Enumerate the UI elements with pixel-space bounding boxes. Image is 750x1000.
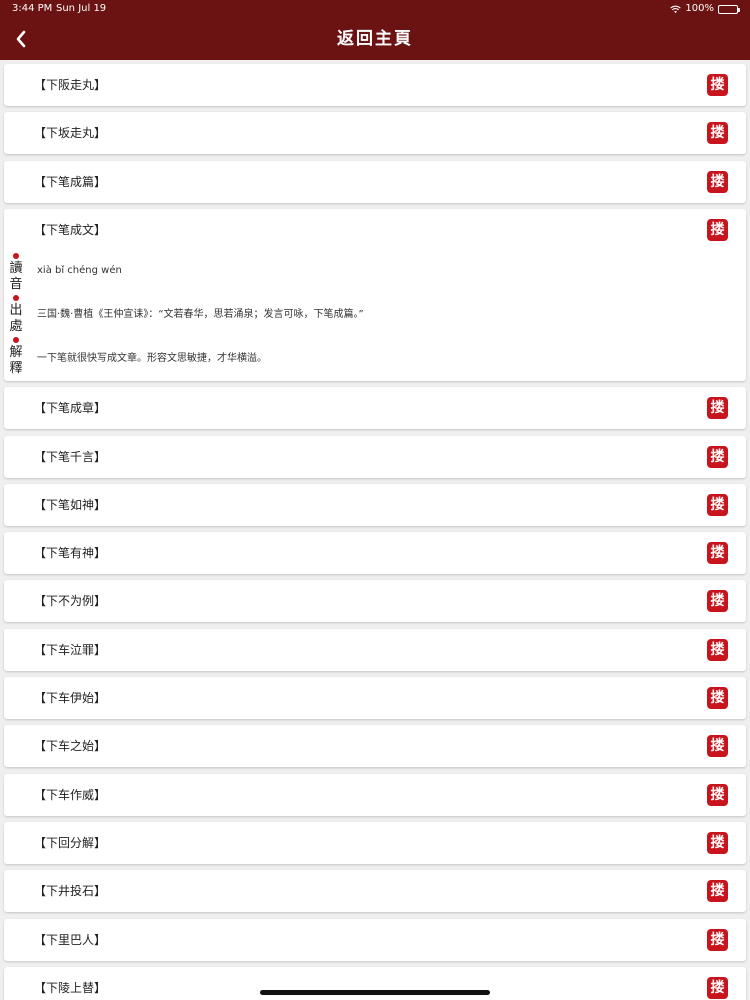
- seal-stamp-icon[interactable]: 搂: [707, 783, 728, 806]
- seal-stamp-icon[interactable]: 搂: [707, 928, 728, 951]
- status-time: 3:44 PM: [12, 3, 53, 14]
- seal-glyph: 搂: [710, 77, 725, 93]
- seal-stamp-icon[interactable]: 搂: [707, 735, 728, 758]
- list-item-title: 【下车之始】: [34, 739, 107, 754]
- seal-stamp-icon[interactable]: 搂: [707, 170, 728, 193]
- list-item[interactable]: 【下笔有神】 搂: [4, 532, 746, 575]
- battery-percent: 100%: [685, 3, 714, 14]
- list-item[interactable]: 【下车伊始】 搂: [4, 677, 746, 719]
- seal-stamp-icon[interactable]: 搂: [707, 880, 728, 903]
- seal-stamp-icon[interactable]: 搂: [707, 831, 728, 854]
- seal-glyph: 搂: [710, 979, 725, 996]
- list-item[interactable]: 【下笔千言】 搂: [4, 435, 746, 478]
- red-dot-icon: [13, 294, 19, 301]
- seal-glyph: 搂: [710, 173, 725, 190]
- seal-stamp-icon[interactable]: 搂: [707, 542, 728, 565]
- seal-stamp-icon[interactable]: 搂: [707, 122, 728, 145]
- side-label-char: 處: [9, 318, 23, 334]
- list-item[interactable]: 【下车泣罪】 搂: [4, 628, 746, 671]
- seal-glyph: 搂: [710, 496, 725, 513]
- app-screen: 3:44 PM Sun Jul 19 100% 返回主頁 【下阪走丸】搂【下坂走…: [0, 0, 750, 1000]
- seal-glyph: 搂: [710, 883, 725, 900]
- list-item-title: 【下阪走丸】: [34, 78, 107, 92]
- side-label-char: 釋: [9, 360, 23, 376]
- list-item-title: 【下笔有神】: [34, 546, 107, 561]
- side-label-char: 出: [9, 302, 23, 318]
- status-date: Sun Jul 19: [56, 3, 107, 14]
- seal-stamp-icon[interactable]: 搂: [707, 218, 728, 241]
- list-item[interactable]: 【下回分解】 搂: [4, 821, 746, 864]
- seal-glyph: 搂: [710, 125, 725, 142]
- seal-glyph: 搂: [710, 738, 725, 755]
- list-item[interactable]: 【下陵上替】 搂: [4, 966, 746, 1000]
- list-item[interactable]: 【下笔成章】 搂: [4, 387, 746, 430]
- wifi-icon: [670, 5, 682, 13]
- list-item[interactable]: 【下不为例】 搂: [4, 580, 746, 623]
- list-item-title: 【下笔如神】: [34, 497, 107, 512]
- list-item[interactable]: 【下笔成篇】 搂: [4, 160, 746, 203]
- seal-stamp-icon[interactable]: 搂: [707, 493, 728, 516]
- list-item-title: 【下车作威】: [34, 787, 107, 802]
- list-item[interactable]: 【下车作威】 搂: [4, 773, 746, 816]
- list-item[interactable]: 【下车之始】 搂: [4, 725, 746, 768]
- list-item-title: 【下笔成章】: [34, 401, 107, 416]
- section-side-labels: 讀音出處解釋: [8, 251, 24, 377]
- list-item[interactable]: 【下坂走丸】 搂: [4, 112, 746, 155]
- seal-glyph: 搂: [710, 931, 725, 948]
- list-item-title: 【下不为例】: [34, 594, 107, 609]
- seal-stamp-icon[interactable]: 搂: [707, 397, 728, 420]
- red-dot-icon: [13, 252, 19, 259]
- seal-glyph: 搂: [710, 545, 725, 562]
- list-item-title: 【下车泣罪】: [34, 642, 107, 657]
- seal-stamp-icon[interactable]: 搂: [707, 74, 728, 96]
- list-item[interactable]: 【下笔如神】 搂: [4, 483, 746, 526]
- seal-glyph: 搂: [710, 400, 725, 417]
- side-label-char: 音: [9, 276, 23, 292]
- list-item-title: 【下车伊始】: [34, 691, 107, 705]
- seal-glyph: 搂: [710, 641, 725, 658]
- list-item[interactable]: 【下阪走丸】 搂: [4, 64, 746, 106]
- red-dot-icon: [13, 336, 19, 343]
- list-item[interactable]: 【下里巴人】 搂: [4, 918, 746, 961]
- list-item-title: 【下回分解】: [34, 835, 107, 850]
- seal-stamp-icon[interactable]: 搂: [707, 638, 728, 661]
- battery-icon: [718, 4, 740, 14]
- seal-stamp-icon[interactable]: 搂: [707, 590, 728, 613]
- seal-glyph: 搂: [710, 448, 725, 465]
- seal-stamp-icon[interactable]: 搂: [707, 687, 728, 709]
- list-item-title: 【下笔成文】: [34, 222, 107, 237]
- seal-glyph: 搂: [710, 786, 725, 803]
- list-item-expanded[interactable]: 【下笔成文】 搂 xià bǐ chéng wén 三国·魏·曹植《王仲宣诔》：“文若…: [4, 208, 746, 381]
- list-item[interactable]: 【下井投石】 搂: [4, 870, 746, 913]
- list-item-title: 【下井投石】: [34, 884, 107, 899]
- seal-stamp-icon[interactable]: 搂: [707, 976, 728, 999]
- idiom-pinyin: xià bǐ chéng wén: [37, 264, 122, 276]
- list-item-title: 【下陵上替】: [34, 980, 107, 995]
- seal-glyph: 搂: [710, 690, 725, 706]
- idiom-source: 三国·魏·曹植《王仲宣诔》：“文若春华，思若涌泉；发言可咏，下笔成篇。”: [37, 308, 364, 320]
- list-item-title: 【下坂走丸】: [34, 126, 107, 141]
- status-right: 100%: [670, 0, 740, 18]
- side-label-char: 讀: [9, 260, 23, 276]
- seal-glyph: 搂: [710, 834, 725, 851]
- side-label-char: 解: [9, 344, 23, 360]
- seal-glyph: 搂: [710, 593, 725, 610]
- nav-bar: 3:44 PM Sun Jul 19 100% 返回主頁: [0, 0, 750, 60]
- home-indicator: [260, 990, 490, 995]
- seal-glyph: 搂: [710, 221, 725, 238]
- list-item-title: 【下笔千言】: [34, 449, 107, 464]
- idiom-meaning: 一下笔就很快写成文章。形容文思敏捷，才华横溢。: [37, 352, 267, 364]
- list-item-title: 【下笔成篇】: [34, 174, 107, 189]
- nav-title: 返回主頁: [337, 29, 413, 49]
- list-item-title: 【下里巴人】: [34, 932, 107, 947]
- seal-stamp-icon[interactable]: 搂: [707, 445, 728, 468]
- status-bar: 3:44 PM Sun Jul 19 100%: [0, 0, 750, 18]
